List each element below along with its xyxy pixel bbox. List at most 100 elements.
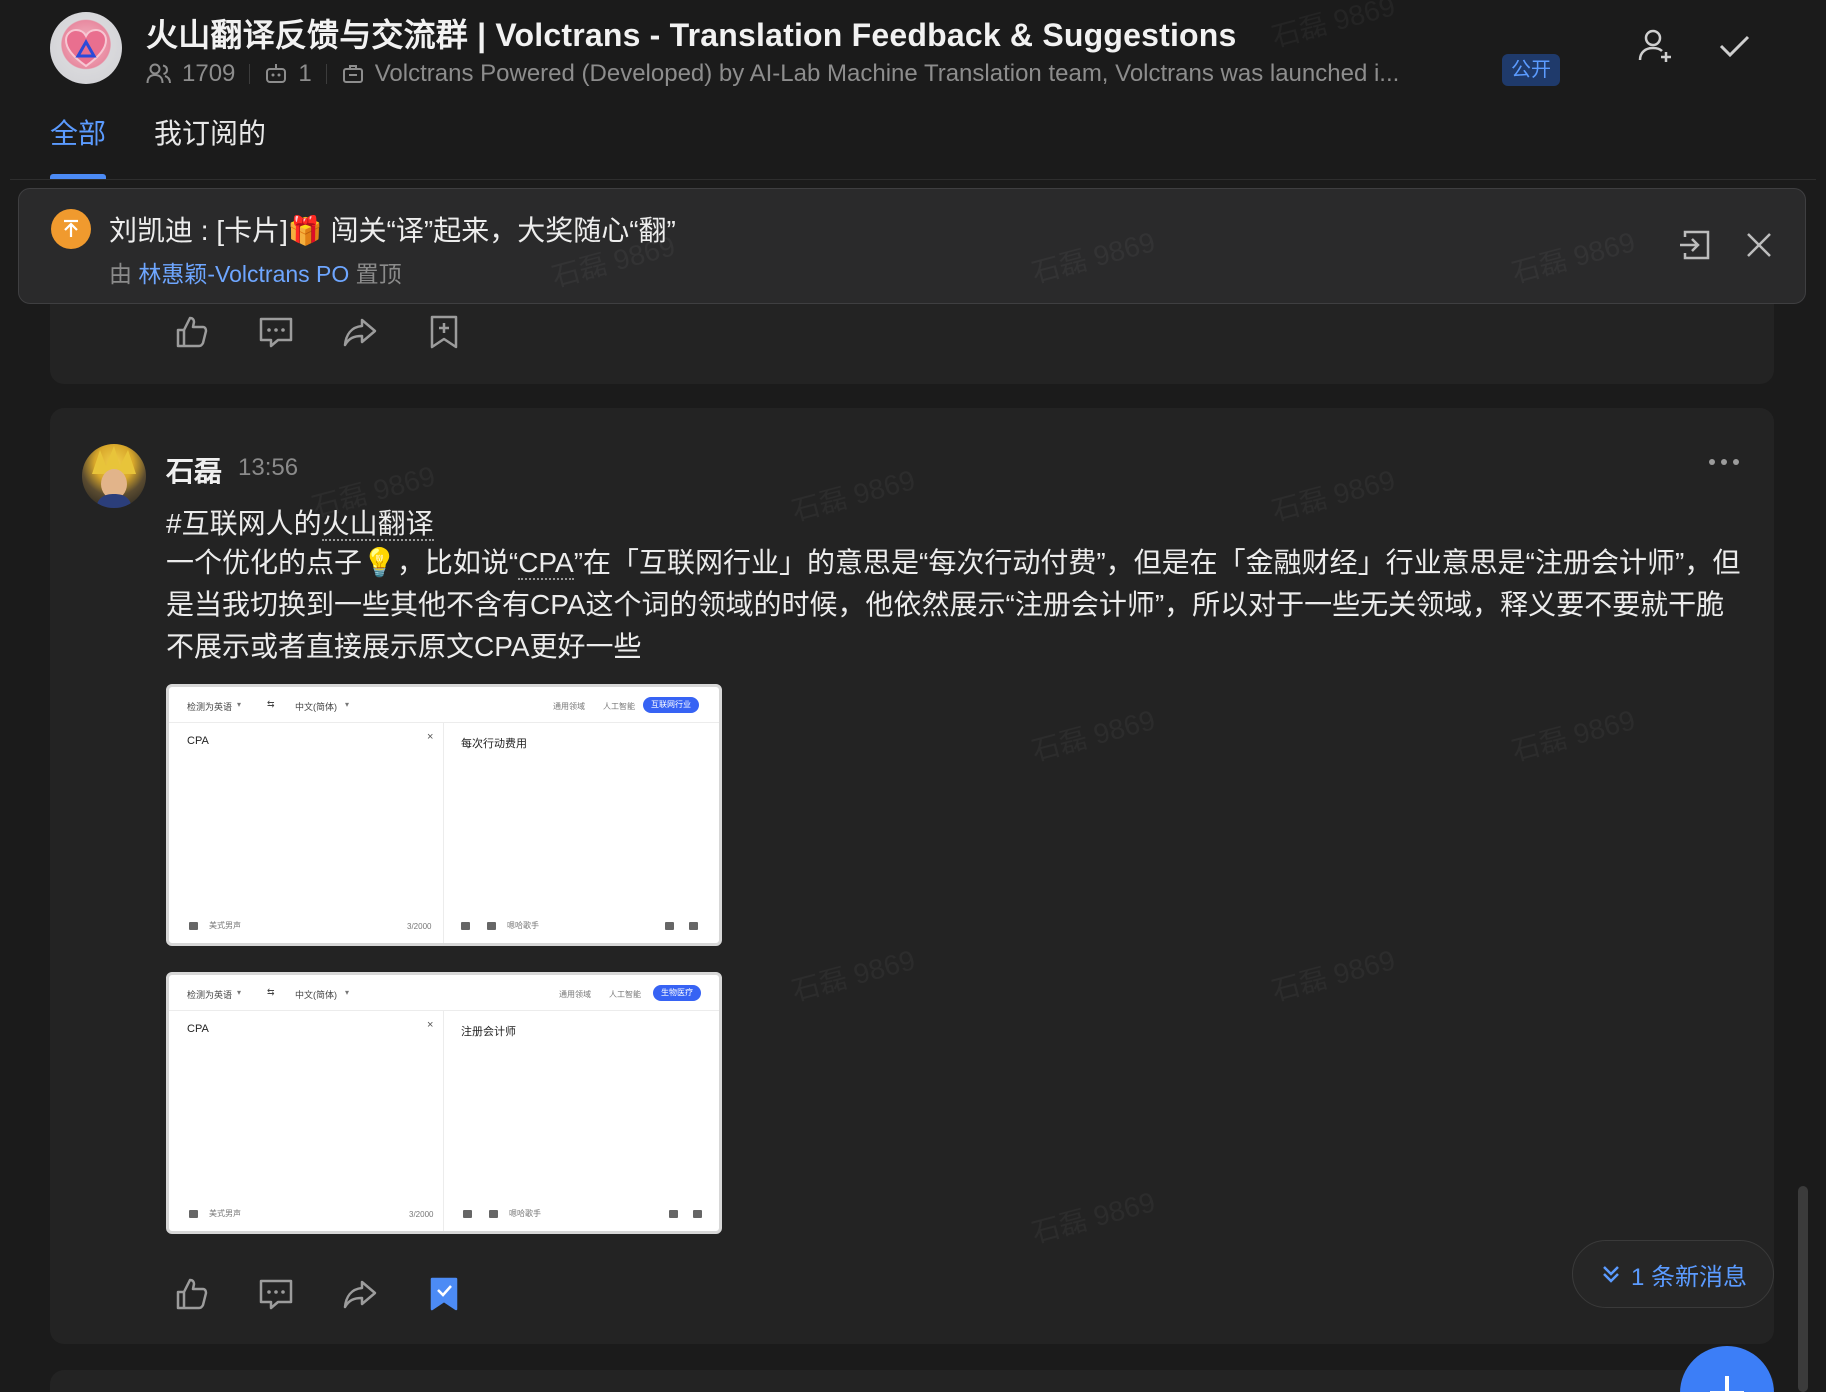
scrollbar-thumb[interactable] — [1798, 1186, 1808, 1392]
glossary-term[interactable]: CPA — [518, 547, 574, 580]
bot-count: 1 — [298, 60, 312, 87]
source-language: 检测为英语 — [187, 990, 233, 1000]
bookmark-checked-icon — [430, 1277, 458, 1311]
bookmark-button[interactable] — [424, 312, 464, 352]
domain-selected: 生物医疗 — [653, 985, 701, 1001]
pinned-by-suffix: 置顶 — [355, 261, 402, 287]
chevron-down-icon: ▾ — [345, 700, 350, 709]
close-icon — [1747, 233, 1771, 257]
bookmark-button[interactable] — [424, 1274, 464, 1314]
char-count: 3/2000 — [409, 1210, 434, 1219]
anime-avatar-icon — [92, 446, 136, 508]
comment-icon — [259, 317, 293, 348]
copy-icon — [463, 1210, 472, 1218]
jump-icon — [1680, 230, 1710, 260]
comment-button[interactable] — [256, 312, 296, 352]
chevron-down-icon: ▾ — [345, 988, 350, 997]
close-pinned-button[interactable] — [1741, 227, 1777, 263]
hashtag-term[interactable]: 火山翻译 — [321, 508, 434, 541]
copy-icon — [461, 922, 470, 930]
share-icon — [343, 318, 377, 347]
tab-subscribed[interactable]: 我订阅的 — [154, 112, 266, 152]
thumbs-up-icon — [665, 922, 674, 930]
target-text: 每次行动费用 — [461, 738, 527, 750]
post-body: 一个优化的点子💡，比如说“CPA”在「互联网行业」的意思是“每次行动付费”，但是… — [166, 542, 1746, 668]
target-language: 中文(简体) — [295, 702, 337, 712]
thumbs-up-icon — [176, 316, 208, 348]
speaker-icon — [487, 922, 496, 930]
like-button[interactable] — [172, 312, 212, 352]
voice-right: 嗯哈歌手 — [509, 1209, 541, 1218]
target-language: 中文(简体) — [295, 990, 337, 1000]
clear-icon: × — [427, 1019, 434, 1031]
voice-left: 美式男声 — [209, 921, 241, 930]
done-button[interactable] — [1714, 26, 1754, 66]
thumbs-up-icon — [176, 1278, 208, 1310]
tab-all[interactable]: 全部 — [50, 112, 106, 152]
chevron-down-icon: ▾ — [237, 988, 242, 997]
clear-icon: × — [427, 731, 434, 743]
author-name[interactable]: 石磊 — [166, 450, 222, 490]
thumbs-down-icon — [689, 922, 698, 930]
source-language: 检测为英语 — [187, 702, 233, 712]
robot-icon — [266, 64, 287, 83]
pinned-by-user-link[interactable]: 林惠颖-Volctrans PO — [138, 261, 349, 287]
translator-toolbar — [169, 687, 719, 723]
add-member-button[interactable] — [1636, 26, 1676, 66]
domain-general: 通用领域 — [559, 990, 591, 999]
pane-divider — [443, 1011, 444, 1231]
plus-icon — [1710, 1376, 1744, 1392]
attached-image-1[interactable]: 检测为英语 ▾ ⇆ 中文(简体) ▾ 通用领域 人工智能 互联网行业 CPA ×… — [166, 684, 722, 946]
group-meta-row: 1709 1 Volctrans Powered (Developed) by … — [146, 58, 1399, 90]
domain-general: 通用领域 — [553, 702, 585, 711]
group-title: 火山翻译反馈与交流群 | Volctrans - Translation Fee… — [146, 17, 1237, 53]
target-text: 注册会计师 — [461, 1026, 516, 1038]
double-chevron-down-icon — [1603, 1266, 1619, 1283]
attached-image-2[interactable]: 检测为英语 ▾ ⇆ 中文(简体) ▾ 通用领域 人工智能 生物医疗 CPA × … — [166, 972, 722, 1234]
speaker-icon — [489, 1210, 498, 1218]
meta-divider — [325, 64, 327, 84]
jump-to-message-button[interactable] — [1677, 227, 1713, 263]
voice-left: 美式男声 — [209, 1209, 241, 1218]
pane-divider — [443, 723, 444, 943]
new-messages-button[interactable]: 1 条新消息 — [1572, 1240, 1774, 1308]
new-messages-label: 1 条新消息 — [1630, 1263, 1747, 1291]
briefcase-icon — [342, 65, 363, 83]
voice-right: 嗯哈歌手 — [507, 921, 539, 930]
group-description[interactable]: Volctrans Powered (Developed) by AI-Lab … — [375, 60, 1400, 88]
source-text: CPA — [187, 735, 209, 747]
post-body-part1: 一个优化的点子💡，比如说“ — [166, 547, 519, 578]
share-button[interactable] — [340, 1274, 380, 1314]
pinned-message-title: 刘凯迪 : [卡片]🎁 闯关“译”起来，大奖随心“翻” — [109, 215, 676, 246]
pinned-by-line: 由 林惠颖-Volctrans PO 置顶 — [109, 255, 402, 289]
add-person-icon — [1638, 29, 1671, 62]
pinned-by-prefix: 由 — [109, 261, 132, 287]
like-button[interactable] — [172, 1274, 212, 1314]
share-button[interactable] — [340, 312, 380, 352]
share-icon — [343, 1280, 377, 1309]
post-hashtag[interactable]: #互联网人的火山翻译 — [166, 502, 434, 542]
source-text: CPA — [187, 1023, 209, 1035]
comment-button[interactable] — [256, 1274, 296, 1314]
speaker-icon — [189, 922, 198, 930]
domain-ai: 人工智能 — [603, 702, 635, 711]
domain-ai: 人工智能 — [609, 990, 641, 999]
next-post-card — [50, 1370, 1774, 1392]
thumbs-down-icon — [693, 1210, 702, 1218]
hashtag-prefix: #互联网人的 — [166, 508, 322, 539]
post-timestamp: 13:56 — [238, 454, 299, 481]
bookmark-add-icon — [430, 315, 458, 349]
header-divider — [10, 179, 1816, 180]
comment-icon — [259, 1279, 293, 1310]
more-dots-icon — [1709, 459, 1739, 465]
swap-icon: ⇆ — [267, 699, 275, 709]
checkmark-icon — [1719, 35, 1750, 58]
chevron-down-icon: ▾ — [237, 700, 242, 709]
pinned-message-banner[interactable]: 刘凯迪 : [卡片]🎁 闯关“译”起来，大奖随心“翻” 由 林惠颖-Volctr… — [18, 188, 1806, 304]
new-post-button[interactable] — [1680, 1346, 1774, 1392]
author-avatar[interactable] — [82, 444, 146, 508]
group-avatar[interactable] — [50, 12, 122, 84]
more-options-button[interactable] — [1704, 448, 1744, 476]
domain-selected: 互联网行业 — [643, 697, 699, 713]
thumbs-up-icon — [669, 1210, 678, 1218]
